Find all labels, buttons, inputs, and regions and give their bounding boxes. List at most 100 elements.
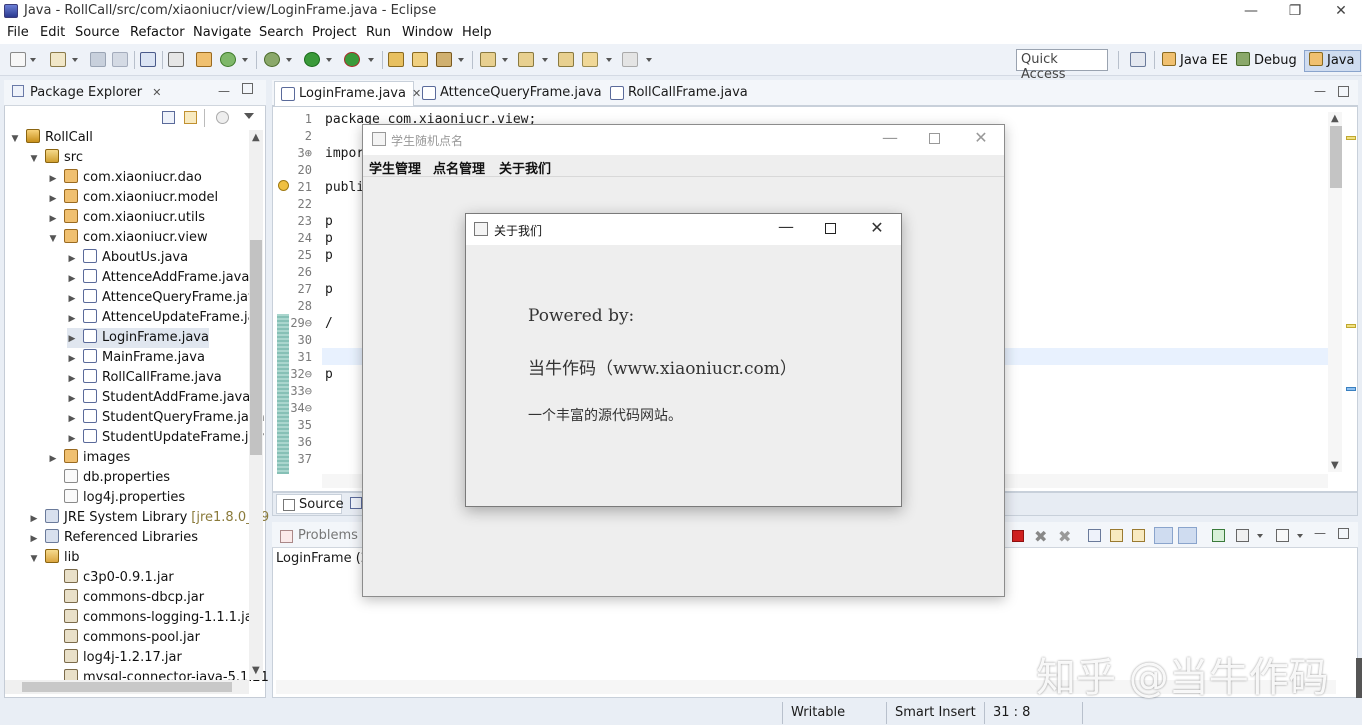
menu-project[interactable]: Project: [312, 25, 356, 40]
prev-annotation-dropdown-icon[interactable]: [542, 58, 548, 62]
expand-arrow-icon[interactable]: ▶: [48, 449, 58, 469]
open-folder-icon[interactable]: [412, 52, 428, 67]
expand-arrow-icon[interactable]: ▶: [67, 309, 77, 329]
remove-all-icon[interactable]: ✖: [1058, 527, 1071, 546]
menu-student-management[interactable]: 学生管理: [369, 158, 421, 177]
forward-icon[interactable]: [622, 52, 638, 67]
tree-item[interactable]: log4j.properties: [48, 488, 185, 508]
show-console-on-stderr-icon[interactable]: [1178, 527, 1197, 544]
show-console-on-stdout-icon[interactable]: [1154, 527, 1173, 544]
edit-icon[interactable]: [436, 52, 452, 67]
prev-annotation-icon[interactable]: [518, 52, 534, 67]
new-package-icon[interactable]: [196, 52, 212, 67]
tab-attence-query-frame[interactable]: AttenceQueryFrame.java: [416, 81, 602, 106]
expand-arrow-icon[interactable]: ▶: [67, 429, 77, 449]
word-wrap-icon[interactable]: [1132, 529, 1145, 542]
tree-item[interactable]: ▼ com.xiaoniucr.view: [48, 228, 208, 248]
display-console-icon[interactable]: [1236, 529, 1249, 542]
package-explorer-tab[interactable]: Package Explorer ✕: [12, 85, 162, 100]
save-icon[interactable]: [90, 52, 106, 67]
tree-item[interactable]: ▼ RollCall: [10, 128, 93, 148]
menu-edit[interactable]: Edit: [40, 25, 65, 40]
expand-arrow-icon[interactable]: ▶: [67, 389, 77, 409]
tree-item[interactable]: commons-logging-1.1.1.jar: [48, 608, 258, 628]
run-external-dropdown-icon[interactable]: [368, 58, 374, 62]
about-maximize-button[interactable]: [825, 223, 836, 234]
expand-arrow-icon[interactable]: ▶: [67, 329, 77, 349]
scroll-lock-icon[interactable]: [1110, 529, 1123, 542]
expand-arrow-icon[interactable]: ▶: [29, 529, 39, 549]
main-frame-close-button[interactable]: ✕: [970, 128, 992, 147]
back-dropdown-icon[interactable]: [606, 58, 612, 62]
expand-arrow-icon[interactable]: ▶: [67, 269, 77, 289]
tree-item[interactable]: commons-dbcp.jar: [48, 588, 204, 608]
scroll-down-icon[interactable]: ▼: [252, 665, 260, 676]
edit-dropdown-icon[interactable]: [458, 58, 464, 62]
debug-dropdown-icon[interactable]: [286, 58, 292, 62]
close-button[interactable]: ✕: [1318, 0, 1362, 22]
tree-item[interactable]: ▶ MainFrame.java: [67, 348, 205, 368]
forward-dropdown-icon[interactable]: [646, 58, 652, 62]
main-frame-minimize-button[interactable]: —: [880, 128, 900, 147]
next-annotation-dropdown-icon[interactable]: [502, 58, 508, 62]
close-tab-icon[interactable]: ✕: [152, 86, 161, 99]
minimize-button[interactable]: —: [1228, 0, 1274, 22]
scroll-up-icon[interactable]: ▲: [252, 132, 260, 143]
run-icon[interactable]: [304, 52, 320, 67]
new-icon[interactable]: [10, 52, 26, 67]
editor-vscroll-thumb[interactable]: [1330, 126, 1342, 188]
last-edit-icon[interactable]: [558, 52, 574, 67]
tree-item[interactable]: log4j-1.2.17.jar: [48, 648, 182, 668]
tab-rollcall-frame[interactable]: RollCallFrame.java: [604, 81, 764, 106]
expand-arrow-icon[interactable]: ▶: [48, 209, 58, 229]
scroll-up-icon[interactable]: ▲: [1331, 113, 1339, 124]
back-icon[interactable]: [582, 52, 598, 67]
expand-arrow-icon[interactable]: ▶: [67, 349, 77, 369]
package-explorer-hscroll-thumb[interactable]: [22, 682, 232, 692]
tree-item[interactable]: ▼ lib: [29, 548, 79, 568]
menu-source[interactable]: Source: [75, 25, 120, 40]
skip-breakpoints-icon[interactable]: [168, 52, 184, 67]
collapse-all-icon[interactable]: [162, 111, 175, 124]
perspective-java-ee[interactable]: Java EE: [1162, 52, 1228, 68]
about-minimize-button[interactable]: —: [776, 217, 796, 236]
package-explorer-vscroll-thumb[interactable]: [250, 240, 262, 455]
open-console-icon[interactable]: [1276, 529, 1289, 542]
tab-source[interactable]: Source: [276, 494, 344, 514]
menu-about-us[interactable]: 关于我们: [499, 158, 551, 177]
tree-item[interactable]: db.properties: [48, 468, 170, 488]
expand-arrow-icon[interactable]: ▶: [67, 369, 77, 389]
minimize-view-icon[interactable]: —: [218, 84, 230, 98]
tree-item[interactable]: ▶ AttenceQueryFrame.java: [67, 288, 264, 308]
collapse-arrow-icon[interactable]: ▼: [10, 129, 20, 149]
tab-login-frame[interactable]: LoginFrame.java ✕: [274, 81, 421, 106]
tree-item[interactable]: commons-pool.jar: [48, 628, 200, 648]
expand-arrow-icon[interactable]: ▶: [67, 409, 77, 429]
about-close-button[interactable]: ✕: [866, 218, 888, 237]
tree-item[interactable]: ▶ AboutUs.java: [67, 248, 188, 268]
tree-item[interactable]: ▶ AttenceUpdateFrame.jav: [67, 308, 263, 328]
terminal-icon[interactable]: [140, 52, 156, 67]
minimize-panel-icon[interactable]: —: [1314, 526, 1326, 540]
restore-button[interactable]: ❐: [1272, 0, 1318, 22]
tree-item[interactable]: ▶ RollCallFrame.java: [67, 368, 222, 388]
tree-item[interactable]: ▶ com.xiaoniucr.utils: [48, 208, 205, 228]
tree-item[interactable]: ▶ StudentQueryFrame.java: [67, 408, 265, 428]
tree-item[interactable]: ▶ com.xiaoniucr.dao: [48, 168, 202, 188]
problems-row[interactable]: LoginFrame (2): [276, 551, 374, 566]
collapse-arrow-icon[interactable]: ▼: [29, 549, 39, 569]
overview-warning-marker[interactable]: [1346, 324, 1356, 328]
collapse-arrow-icon[interactable]: ▼: [29, 149, 39, 169]
refresh-dropdown-icon[interactable]: [242, 58, 248, 62]
expand-arrow-icon[interactable]: ▶: [48, 189, 58, 209]
tree-item[interactable]: ▶ Referenced Libraries: [29, 528, 198, 548]
main-frame-maximize-button[interactable]: [929, 133, 940, 144]
terminate-icon[interactable]: [1012, 530, 1024, 542]
tree-item[interactable]: ▶ StudentAddFrame.java: [67, 388, 250, 408]
perspective-debug[interactable]: Debug: [1236, 52, 1297, 68]
debug-icon[interactable]: [264, 52, 280, 67]
pin-console-icon[interactable]: [1212, 529, 1225, 542]
focus-task-icon[interactable]: [216, 111, 229, 124]
menu-window[interactable]: Window: [402, 25, 453, 40]
quick-access-input[interactable]: Quick Access: [1016, 49, 1108, 82]
